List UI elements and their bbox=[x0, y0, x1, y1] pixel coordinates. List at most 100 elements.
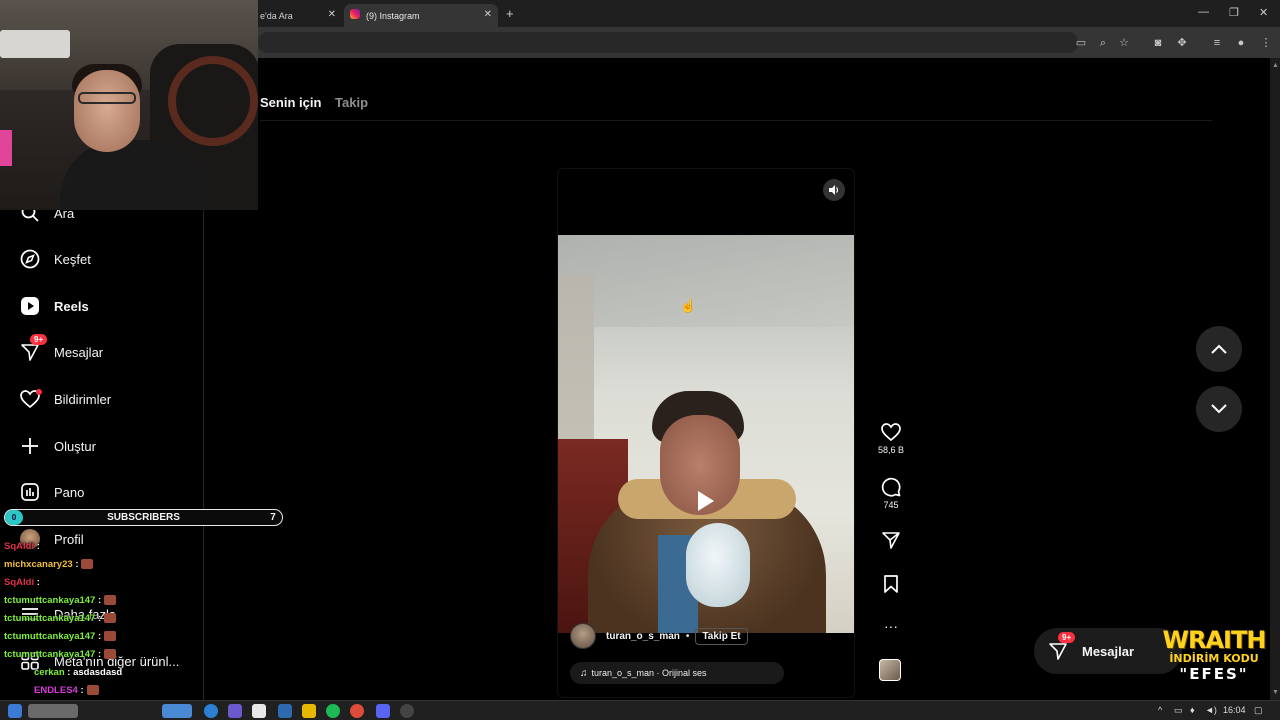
next-reel-button[interactable] bbox=[1196, 386, 1242, 432]
close-tab-icon[interactable]: ✕ bbox=[484, 9, 492, 20]
sidebar-item-messages[interactable]: 9+ Mesajlar bbox=[20, 334, 103, 364]
browser-tab-search[interactable]: e'da Ara ✕ bbox=[258, 4, 342, 27]
messenger-icon: 9+ bbox=[20, 334, 48, 362]
volume-icon[interactable] bbox=[823, 179, 845, 201]
tab-for-you[interactable]: Senin için bbox=[260, 95, 321, 110]
emote-icon bbox=[86, 685, 99, 696]
close-window-button[interactable]: ✕ bbox=[1259, 6, 1268, 19]
promo-subtitle: İNDİRİM KODU bbox=[1169, 652, 1259, 665]
chat-message: tctumuttcankaya147 : bbox=[4, 613, 117, 624]
microphone-icon[interactable]: ♦ bbox=[1190, 705, 1195, 715]
new-tab-button[interactable]: + bbox=[506, 6, 514, 21]
notification-center-icon[interactable]: ▢ bbox=[1254, 705, 1263, 716]
sidebar-item-notifications[interactable]: Bildirimler bbox=[20, 387, 111, 411]
comment-button[interactable]: 745 bbox=[872, 477, 910, 510]
reel-player[interactable]: turan_o_s_man • Takip Et ♫ turan_o_s_man… bbox=[557, 168, 855, 698]
promo-code: "EFES" bbox=[1179, 665, 1249, 683]
media-control-icon[interactable]: ≡ bbox=[1210, 36, 1224, 50]
minimize-button[interactable]: — bbox=[1198, 6, 1209, 18]
notification-badge: 9+ bbox=[30, 334, 48, 345]
close-tab-icon[interactable]: ✕ bbox=[328, 9, 336, 20]
save-button[interactable] bbox=[872, 574, 910, 597]
page-scrollbar[interactable]: ▲ ▼ bbox=[1270, 58, 1280, 700]
scroll-up-icon[interactable]: ▲ bbox=[1272, 62, 1279, 69]
profile-icon[interactable]: ● bbox=[1234, 36, 1248, 50]
bookmark-star-icon[interactable]: ☆ bbox=[1117, 36, 1131, 50]
chevron-down-icon bbox=[1211, 404, 1227, 414]
like-button[interactable]: 58,6 B bbox=[872, 422, 910, 455]
chat-message: cerkan : asdasdasd bbox=[34, 667, 123, 678]
extension-icon[interactable]: ◙ bbox=[1151, 36, 1165, 50]
more-options-icon[interactable]: ··· bbox=[872, 618, 910, 634]
play-icon[interactable] bbox=[698, 491, 714, 511]
start-icon[interactable] bbox=[8, 704, 22, 718]
sidebar-item-dashboard[interactable]: Pano bbox=[20, 480, 84, 504]
instagram-favicon-icon bbox=[350, 9, 360, 19]
taskbar-app[interactable] bbox=[162, 704, 192, 718]
chat-message: tctumuttcankaya147 : bbox=[4, 595, 117, 606]
browser-tab-instagram[interactable]: (9) Instagram ✕ bbox=[344, 4, 498, 27]
restore-button[interactable]: ❐ bbox=[1229, 6, 1239, 19]
store-icon[interactable] bbox=[252, 704, 266, 718]
follow-button[interactable]: Takip Et bbox=[695, 627, 748, 645]
sidebar-item-label: Bildirimler bbox=[54, 391, 112, 407]
scroll-down-icon[interactable]: ▼ bbox=[1272, 689, 1279, 696]
reels-icon bbox=[20, 296, 40, 316]
share-button[interactable] bbox=[872, 530, 910, 553]
goal-count: 7 bbox=[270, 512, 276, 523]
audio-thumbnail[interactable] bbox=[879, 659, 901, 681]
folder-icon[interactable] bbox=[302, 704, 316, 718]
tab-title: e'da Ara bbox=[260, 10, 293, 21]
reel-author: turan_o_s_man • Takip Et bbox=[570, 623, 748, 649]
zoom-icon[interactable]: ⌕ bbox=[1096, 36, 1110, 50]
tab-following[interactable]: Takip bbox=[335, 95, 368, 110]
chat-message: ENDLES4 : bbox=[4, 685, 99, 696]
emote-icon bbox=[81, 559, 94, 570]
clock[interactable]: 16:04 bbox=[1223, 705, 1246, 715]
sidebar-item-create[interactable]: Oluştur bbox=[20, 434, 96, 458]
compass-icon bbox=[20, 249, 40, 269]
obs-icon[interactable] bbox=[400, 704, 414, 718]
avatar[interactable] bbox=[570, 623, 596, 649]
network-icon[interactable]: ▭ bbox=[1174, 705, 1183, 716]
promo-brand: WRAITH bbox=[1162, 626, 1267, 654]
subscribers-goal-bar: 0 SUBSCRIBERS 7 bbox=[4, 509, 283, 526]
reel-username[interactable]: turan_o_s_man bbox=[606, 631, 680, 642]
taskbar-app[interactable] bbox=[228, 704, 242, 718]
sidebar-item-explore[interactable]: Keşfet bbox=[20, 247, 91, 271]
kebab-menu-icon[interactable]: ⋮ bbox=[1259, 36, 1273, 50]
share-icon bbox=[882, 532, 900, 549]
plus-icon bbox=[20, 436, 40, 456]
discord-icon[interactable] bbox=[376, 704, 390, 718]
sidebar-item-label: Profil bbox=[54, 531, 84, 547]
dashboard-icon bbox=[20, 482, 40, 502]
sponsor-promo: WRAITH İNDİRİM KODU "EFES" bbox=[1160, 628, 1268, 692]
emote-icon bbox=[104, 631, 117, 642]
address-bar[interactable] bbox=[258, 32, 1078, 53]
puzzle-icon[interactable]: ✥ bbox=[1175, 36, 1189, 50]
taskbar-app[interactable] bbox=[28, 704, 78, 718]
audio-link[interactable]: ♫ turan_o_s_man · Orijinal ses bbox=[570, 662, 784, 684]
emote-icon bbox=[104, 613, 117, 624]
volume-icon[interactable]: ◄) bbox=[1205, 705, 1217, 715]
emote-icon bbox=[104, 649, 117, 660]
like-count: 58,6 B bbox=[877, 445, 905, 455]
chevron-up-icon bbox=[1211, 344, 1227, 354]
separator: • bbox=[685, 630, 690, 642]
screen: e'da Ara ✕ (9) Instagram ✕ + — ❐ ✕ ▭ ⌕ ☆… bbox=[0, 0, 1280, 720]
chrome-icon[interactable] bbox=[350, 704, 364, 718]
edge-icon[interactable] bbox=[204, 704, 218, 718]
bookmark-icon bbox=[884, 575, 898, 593]
taskbar-app[interactable] bbox=[278, 704, 292, 718]
divider bbox=[260, 120, 1212, 121]
webcam-overlay bbox=[0, 0, 258, 210]
tray-chevron-icon[interactable]: ^ bbox=[1158, 705, 1162, 715]
chat-message: tctumuttcankaya147 : bbox=[4, 631, 117, 642]
chat-message: SqAldi : bbox=[4, 577, 40, 588]
sidebar-item-reels[interactable]: Reels bbox=[20, 294, 89, 318]
spotify-icon[interactable] bbox=[326, 704, 340, 718]
reel-video-frame[interactable] bbox=[558, 235, 854, 633]
heart-icon bbox=[20, 389, 42, 409]
cast-icon[interactable]: ▭ bbox=[1074, 36, 1088, 50]
previous-reel-button[interactable] bbox=[1196, 326, 1242, 372]
